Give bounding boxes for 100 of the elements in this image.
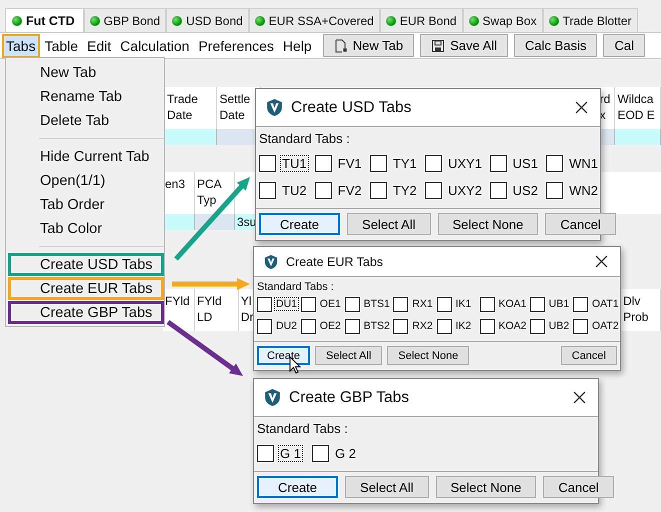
checkbox-label: DU1 bbox=[274, 297, 300, 311]
dialog-title: Create GBP Tabs bbox=[289, 388, 410, 406]
tab[interactable]: Swap Box bbox=[462, 8, 543, 32]
checkbox[interactable] bbox=[490, 155, 507, 172]
menu-item[interactable]: Hide Current Tab bbox=[6, 145, 164, 169]
checkbox-label: OE2 bbox=[318, 319, 342, 333]
menu-item[interactable]: Table bbox=[40, 34, 82, 58]
checkbox-label: WN2 bbox=[568, 182, 600, 199]
dialog-button[interactable]: Select All bbox=[345, 476, 429, 498]
menu-item[interactable]: Help bbox=[278, 34, 316, 58]
dialog-title: Create EUR Tabs bbox=[286, 254, 384, 268]
checkbox[interactable] bbox=[314, 182, 332, 199]
column-header: FYld bbox=[165, 294, 190, 308]
menu-item[interactable]: Tabs bbox=[2, 34, 40, 58]
checkbox-label: RX1 bbox=[411, 297, 434, 311]
menu-item[interactable]: Open(1/1) bbox=[6, 169, 164, 193]
column-header: Dlv Prob bbox=[623, 294, 648, 324]
menu-item[interactable]: Rename Tab bbox=[6, 85, 164, 109]
checkbox-label: FV2 bbox=[336, 182, 363, 199]
checkbox-label: DU2 bbox=[275, 319, 298, 333]
menu-item[interactable]: Tab Order bbox=[6, 193, 164, 217]
checkbox[interactable] bbox=[300, 296, 316, 312]
checkbox[interactable] bbox=[573, 296, 588, 312]
menu-item[interactable]: Tab Color bbox=[6, 217, 164, 241]
checkbox[interactable] bbox=[257, 445, 274, 462]
checkbox-label: OAT1 bbox=[591, 297, 620, 311]
new-document-icon bbox=[334, 38, 348, 52]
checkbox-label: IK1 bbox=[454, 297, 472, 311]
menu-item[interactable]: Preferences bbox=[194, 34, 278, 58]
section-label: Standard Tabs : bbox=[257, 421, 349, 436]
checkbox[interactable] bbox=[344, 296, 360, 312]
checkbox[interactable] bbox=[257, 318, 272, 334]
checkbox-label: KOA1 bbox=[498, 297, 528, 311]
table-cell bbox=[615, 129, 661, 145]
dialog-button[interactable]: Select None bbox=[387, 346, 470, 365]
status-dot-icon bbox=[548, 16, 559, 26]
checkbox[interactable] bbox=[370, 182, 387, 199]
checkbox-label: UB2 bbox=[548, 319, 570, 333]
checkbox[interactable] bbox=[530, 318, 545, 334]
checkbox-label: US2 bbox=[512, 182, 539, 199]
menu-item[interactable]: New Tab bbox=[6, 61, 164, 85]
checkbox[interactable] bbox=[490, 182, 507, 199]
dialog-button[interactable]: Select All bbox=[315, 346, 382, 365]
toolbar-button[interactable]: Cal bbox=[603, 34, 645, 57]
close-icon[interactable] bbox=[573, 391, 586, 404]
menu-item[interactable]: Create USD Tabs bbox=[8, 253, 164, 276]
close-icon[interactable] bbox=[595, 255, 608, 268]
checkbox[interactable] bbox=[300, 318, 316, 334]
checkbox[interactable] bbox=[436, 296, 452, 312]
menu-item[interactable]: Edit bbox=[83, 34, 116, 58]
checkbox[interactable] bbox=[393, 296, 408, 312]
dialog-button[interactable]: Cancel bbox=[560, 346, 617, 365]
dialog-button[interactable]: Create bbox=[257, 476, 338, 498]
column-header: Yl Dr bbox=[240, 294, 254, 324]
tab[interactable]: Trade Blotter bbox=[542, 8, 638, 32]
checkbox[interactable] bbox=[393, 318, 408, 334]
checkbox[interactable] bbox=[259, 182, 276, 199]
tab[interactable]: USD Bond bbox=[166, 8, 249, 32]
menu-item[interactable]: Create GBP Tabs bbox=[8, 301, 164, 324]
dialog-button[interactable]: Cancel bbox=[545, 213, 616, 235]
checkbox-label: TU1 bbox=[280, 155, 309, 172]
tab[interactable]: EUR Bond bbox=[380, 8, 463, 32]
checkbox[interactable] bbox=[344, 318, 360, 334]
toolbar-button[interactable]: New Tab bbox=[322, 34, 414, 57]
dialog-button[interactable]: Select All bbox=[347, 213, 431, 235]
status-dot-icon bbox=[468, 16, 479, 26]
tab[interactable]: EUR SSA+Covered bbox=[248, 8, 380, 32]
tab[interactable]: GBP Bond bbox=[84, 8, 166, 32]
close-icon[interactable] bbox=[575, 101, 588, 114]
checkbox[interactable] bbox=[370, 155, 387, 172]
checkbox[interactable] bbox=[436, 318, 452, 334]
tab[interactable]: Fut CTD bbox=[5, 8, 84, 32]
checkbox-label: KOA2 bbox=[498, 319, 528, 333]
toolbar-button[interactable]: Calc Basis bbox=[514, 34, 598, 57]
checkbox[interactable] bbox=[480, 318, 494, 334]
checkbox[interactable] bbox=[314, 155, 332, 172]
checkbox[interactable] bbox=[257, 296, 272, 312]
dialog-button[interactable]: Create bbox=[259, 213, 340, 235]
toolbar-button[interactable]: Save All bbox=[420, 34, 508, 57]
menu-item[interactable]: Calculation bbox=[116, 34, 194, 58]
checkbox[interactable] bbox=[480, 296, 494, 312]
checkbox[interactable] bbox=[530, 296, 545, 312]
menu-item[interactable]: Delete Tab bbox=[6, 109, 164, 133]
checkbox[interactable] bbox=[259, 155, 276, 172]
checkbox[interactable] bbox=[425, 182, 442, 199]
checkbox[interactable] bbox=[546, 182, 564, 199]
checkbox[interactable] bbox=[573, 318, 588, 334]
dialog-title: Create USD Tabs bbox=[291, 98, 412, 116]
column-header: PCA Typ bbox=[197, 177, 222, 207]
dialog-button[interactable]: Select None bbox=[436, 476, 536, 498]
status-dot-icon bbox=[12, 16, 22, 26]
checkbox[interactable] bbox=[312, 445, 329, 462]
checkbox-label: US1 bbox=[512, 155, 539, 172]
checkbox[interactable] bbox=[546, 155, 564, 172]
column-header: Wildca EOD E bbox=[617, 92, 655, 122]
checkbox[interactable] bbox=[425, 155, 442, 172]
dialog-button[interactable]: Cancel bbox=[543, 476, 614, 498]
shield-logo-icon bbox=[266, 98, 283, 117]
menu-item[interactable]: Create EUR Tabs bbox=[8, 277, 164, 300]
dialog-button[interactable]: Select None bbox=[438, 213, 538, 235]
